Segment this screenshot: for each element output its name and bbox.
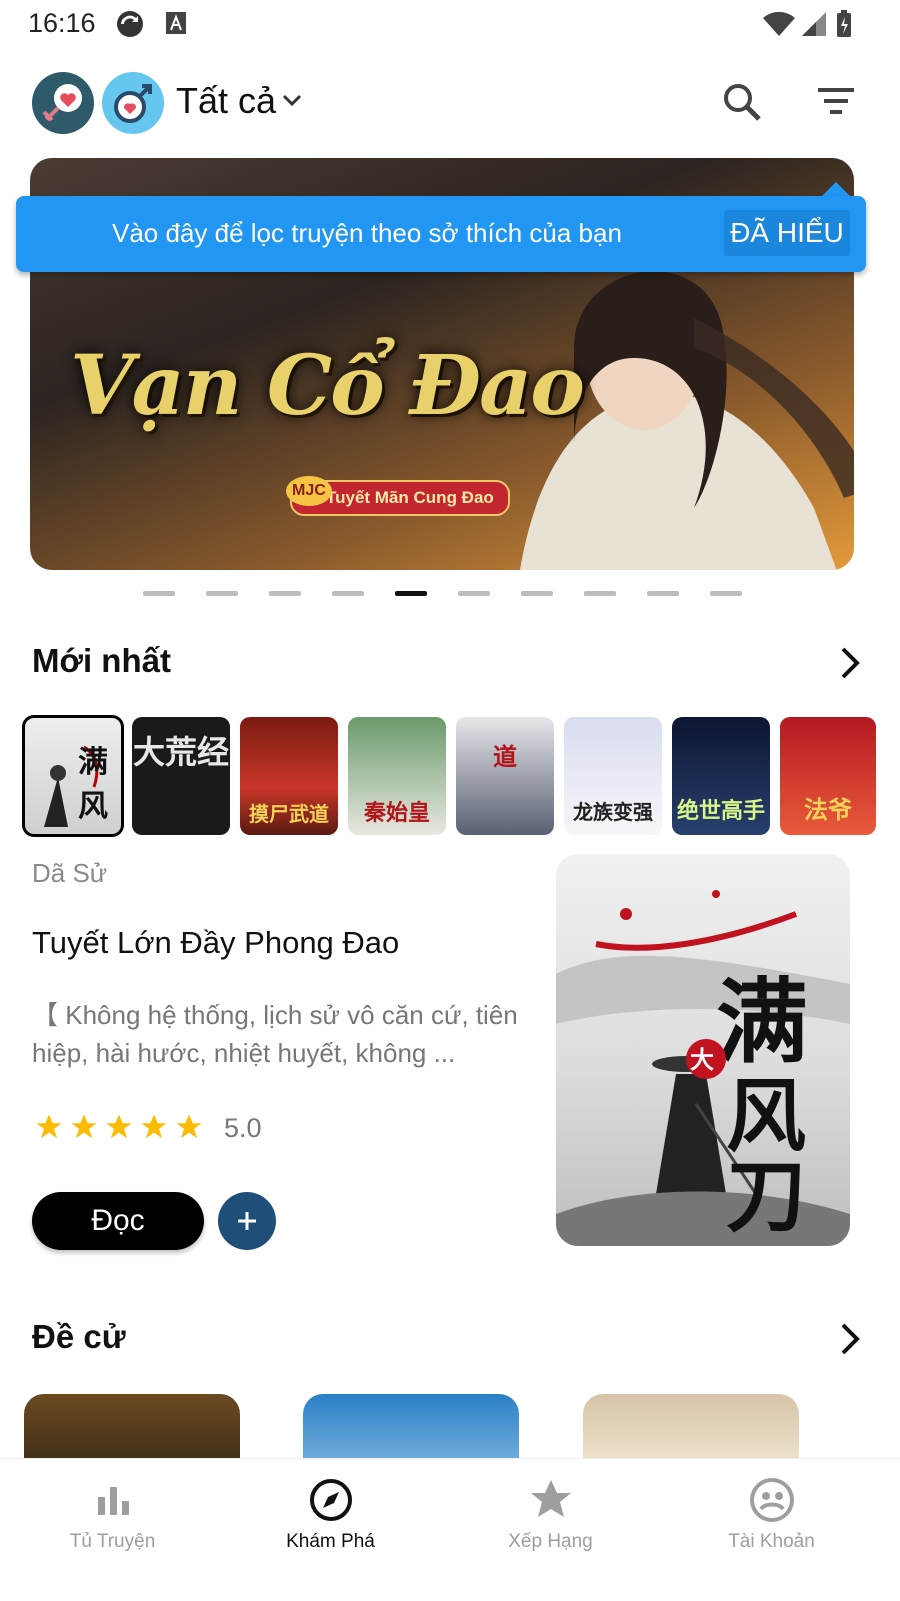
chevron-right-icon[interactable] [838, 645, 864, 681]
mjc-logo: MJC [286, 476, 332, 506]
book-thumb-2[interactable]: 大荒经 [132, 717, 230, 835]
recommended-section-title: Đề cử [32, 1318, 126, 1355]
book-thumb-8[interactable]: 法爷 [780, 717, 876, 835]
banner-dot[interactable] [332, 591, 364, 596]
banner-dot[interactable] [458, 591, 490, 596]
male-love-icon [114, 84, 152, 123]
nav-explore[interactable]: Khám Phá [218, 1459, 443, 1601]
banner-title: Vạn Cổ Đao [70, 338, 585, 434]
tooltip-dismiss-button[interactable]: ĐÃ HIỂU [724, 210, 850, 256]
cover-title: 秦始皇 [363, 800, 430, 826]
bar-chart-icon [98, 1487, 129, 1515]
cover-title: 绝世高手 [676, 798, 765, 824]
gender-love-icon [42, 84, 82, 122]
banner-dot[interactable] [710, 591, 742, 596]
cover-art: 满 风 刀 大 [556, 890, 850, 1246]
banner-dot[interactable] [647, 591, 679, 596]
banner-dot[interactable] [584, 591, 616, 596]
nav-account[interactable]: Tài Khoản [659, 1459, 884, 1601]
banner-dot[interactable] [206, 591, 238, 596]
book-thumb-4[interactable]: 秦始皇 [348, 717, 446, 835]
cover-title: 大荒经 [132, 733, 229, 771]
cover-title: 满风刀 [78, 745, 108, 835]
account-icon [750, 1478, 794, 1522]
svg-text:满: 满 [716, 968, 808, 1076]
add-to-library-button[interactable] [218, 1192, 276, 1250]
font-icon [166, 12, 186, 34]
book-thumb-6[interactable]: 龙族变强 [564, 717, 662, 835]
banner-dot[interactable] [395, 591, 427, 596]
cell-signal-icon [802, 12, 826, 36]
book-description: 【 Không hệ thống, lịch sử vô căn cứ, tiê… [32, 1000, 518, 1068]
nav-label: Khám Phá [286, 1531, 375, 1552]
nav-library[interactable]: Tủ Truyện [0, 1459, 225, 1601]
male-filter-avatar[interactable] [102, 72, 164, 134]
star-icon [531, 1480, 571, 1517]
compass-icon [310, 1479, 352, 1521]
banner-tag-text: Tuyết Mãn Cung Đao [326, 488, 494, 507]
banner-dot[interactable] [521, 591, 553, 596]
category-filter-label[interactable]: Tất cả [176, 80, 276, 122]
star-icon [176, 1114, 202, 1139]
filter-tooltip: Vào đây để lọc truyện theo sở thích của … [16, 196, 866, 272]
nav-label: Xếp Hạng [508, 1531, 593, 1552]
book-thumb-7[interactable]: 绝世高手 [672, 717, 770, 835]
book-thumb-1[interactable]: 满风刀 [22, 715, 124, 837]
nav-ranking[interactable]: Xếp Hạng [438, 1459, 663, 1601]
search-icon[interactable] [720, 80, 764, 124]
star-icon [71, 1114, 97, 1139]
star-icon [36, 1114, 62, 1139]
tooltip-text: Vào đây để lọc truyện theo sở thích của … [112, 218, 622, 248]
cover-title: 龙族变强 [573, 800, 653, 824]
cover-title: 摸尸武道 [249, 802, 329, 826]
rating-value: 5.0 [224, 1113, 262, 1143]
status-time: 16:16 [28, 8, 96, 38]
wifi-icon [763, 11, 795, 37]
gender-filter-avatar[interactable] [32, 72, 94, 134]
latest-section-title: Mới nhất [32, 642, 171, 679]
sync-icon [117, 11, 143, 37]
book-genre: Dã Sử [32, 858, 108, 888]
bottom-navigation: Tủ Truyện Khám Phá Xếp Hạng Tài Khoản [0, 1458, 900, 1601]
book-thumb-3[interactable]: 摸尸武道 [240, 717, 338, 835]
svg-text:大: 大 [690, 1045, 714, 1074]
featured-book-cover[interactable]: 满 风 刀 大 [556, 854, 850, 1246]
read-button[interactable]: Đọc [32, 1192, 204, 1250]
cover-title: 法爷 [804, 795, 852, 824]
battery-icon [837, 10, 851, 37]
chevron-down-icon[interactable] [282, 90, 302, 110]
filter-icon[interactable] [814, 80, 858, 124]
nav-label: Tủ Truyện [69, 1531, 156, 1552]
book-thumb-5[interactable]: 道 [456, 717, 554, 835]
banner-dot[interactable] [143, 591, 175, 596]
book-title[interactable]: Tuyết Lớn Đầy Phong Đao [32, 925, 399, 961]
chevron-right-icon[interactable] [838, 1321, 864, 1357]
banner-dot[interactable] [269, 591, 301, 596]
cover-title: 道 [493, 742, 517, 771]
nav-label: Tài Khoản [728, 1531, 815, 1552]
star-icon [106, 1114, 132, 1139]
banner-tag: MJC Tuyết Mãn Cung Đao [286, 476, 510, 516]
svg-text:刀: 刀 [726, 1149, 806, 1243]
plus-icon [238, 1212, 256, 1230]
star-icon [141, 1114, 167, 1139]
